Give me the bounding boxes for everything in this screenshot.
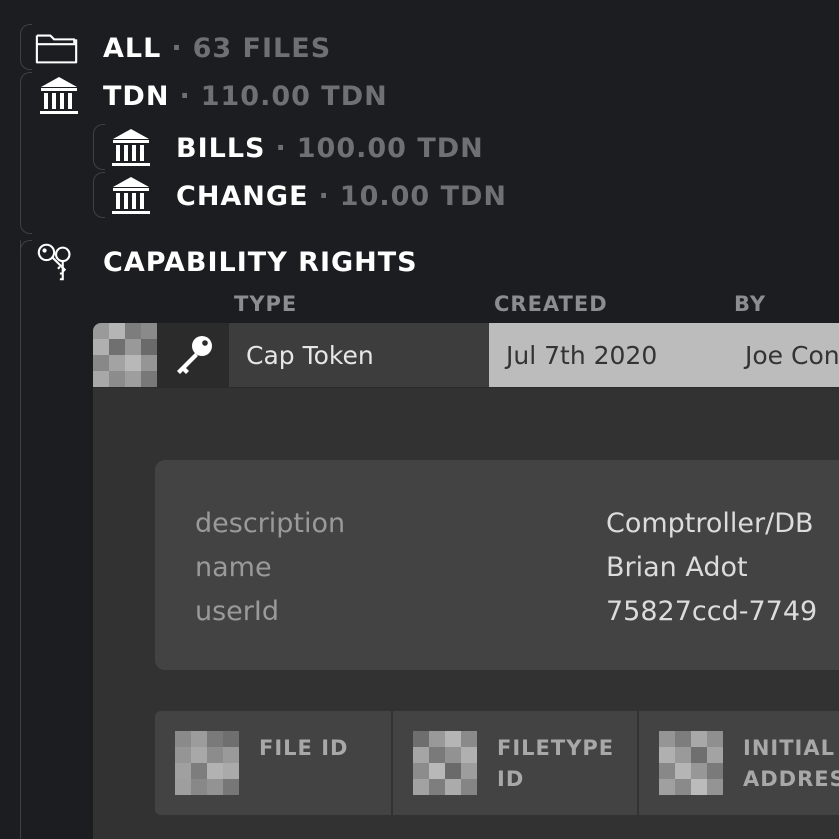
property-row: description Comptroller/DB — [195, 501, 814, 545]
file-columns-panel: FILE ID FILETYPE ID INITIAL ADDRES — [155, 711, 839, 815]
tree-item-label: BILLS — [176, 132, 266, 164]
file-column[interactable]: INITIAL ADDRES — [639, 711, 839, 815]
label-line: FILE ID — [259, 736, 349, 760]
tree-item-capability-rights[interactable]: CAPABILITY RIGHTS — [34, 242, 418, 282]
column-header-type[interactable]: TYPE — [234, 292, 297, 316]
file-column[interactable]: FILE ID — [155, 711, 391, 815]
identicon-avatar — [175, 731, 239, 795]
type-cell: Cap Token — [229, 323, 489, 387]
tree-item-label: CAPABILITY RIGHTS — [103, 246, 418, 278]
file-column[interactable]: FILETYPE ID — [393, 711, 637, 815]
tree-item-meta: · 10.00 TDN — [319, 181, 508, 212]
property-row: name Brian Adot — [195, 545, 748, 589]
property-key: name — [195, 551, 272, 583]
file-column-label: INITIAL ADDRES — [743, 733, 839, 795]
tree-item-label: TDN — [103, 80, 170, 112]
tree-item-meta: · 110.00 TDN — [179, 81, 387, 112]
label-line: ID — [497, 767, 525, 791]
properties-panel: description Comptroller/DB name Brian Ad… — [155, 460, 839, 670]
balance: 110.00 TDN — [200, 80, 388, 112]
label-line: FILETYPE — [497, 736, 615, 760]
file-column-label: FILE ID — [259, 733, 348, 764]
bank-icon — [108, 176, 154, 216]
tree-connector — [93, 172, 105, 218]
tree-item-change[interactable]: CHANGE · 10.00 TDN — [108, 176, 507, 216]
label-line: ADDRES — [743, 767, 839, 791]
tree-item-tdn[interactable]: TDN · 110.00 TDN — [36, 76, 388, 116]
key-icon — [157, 323, 229, 387]
created-date: Jul 7th 2020 — [506, 340, 658, 370]
tree-item-bills[interactable]: BILLS · 100.00 TDN — [108, 128, 484, 168]
tree-connector — [20, 240, 32, 252]
created-cell: Jul 7th 2020 Joe Con — [489, 323, 839, 387]
separator-dot: · — [179, 80, 191, 112]
balance: 10.00 TDN — [339, 180, 508, 212]
property-value: Comptroller/DB — [606, 507, 814, 539]
tree-item-label: ALL — [103, 32, 162, 64]
property-key: userId — [195, 595, 279, 627]
keys-icon — [34, 242, 80, 282]
label-line: INITIAL — [743, 736, 835, 760]
property-value: 75827ccd-7749 — [606, 595, 818, 627]
tree-connector — [20, 240, 21, 839]
file-count: 63 FILES — [192, 32, 332, 64]
property-row: userId 75827ccd-7749 — [195, 589, 817, 633]
file-column-label: FILETYPE ID — [497, 733, 614, 795]
record-row[interactable]: Cap Token Jul 7th 2020 Joe Con — [93, 323, 839, 388]
property-value: Brian Adot — [606, 551, 748, 583]
bank-icon — [108, 128, 154, 168]
separator-dot: · — [318, 180, 330, 212]
identicon-avatar — [93, 323, 157, 387]
bank-icon — [36, 76, 82, 116]
separator-dot: · — [275, 132, 287, 164]
column-header-created[interactable]: CREATED — [494, 292, 608, 316]
property-key: description — [195, 507, 346, 539]
record-card: Cap Token Jul 7th 2020 Joe Con descripti… — [93, 323, 839, 839]
tree-connector — [20, 24, 32, 70]
tree-item-label: CHANGE — [176, 180, 309, 212]
identicon-avatar — [659, 731, 723, 795]
tree-item-meta: · 100.00 TDN — [275, 133, 483, 164]
separator-dot: · — [171, 32, 183, 64]
tree-item-meta: · 63 FILES — [171, 33, 331, 64]
balance: 100.00 TDN — [296, 132, 484, 164]
column-header-by[interactable]: BY — [734, 292, 766, 316]
tree-item-all[interactable]: ALL · 63 FILES — [34, 28, 331, 68]
tree-connector — [93, 124, 105, 170]
tree-connector — [20, 72, 32, 234]
created-by: Joe Con — [745, 340, 839, 370]
identicon-avatar — [413, 731, 477, 795]
folder-icon — [34, 28, 80, 68]
